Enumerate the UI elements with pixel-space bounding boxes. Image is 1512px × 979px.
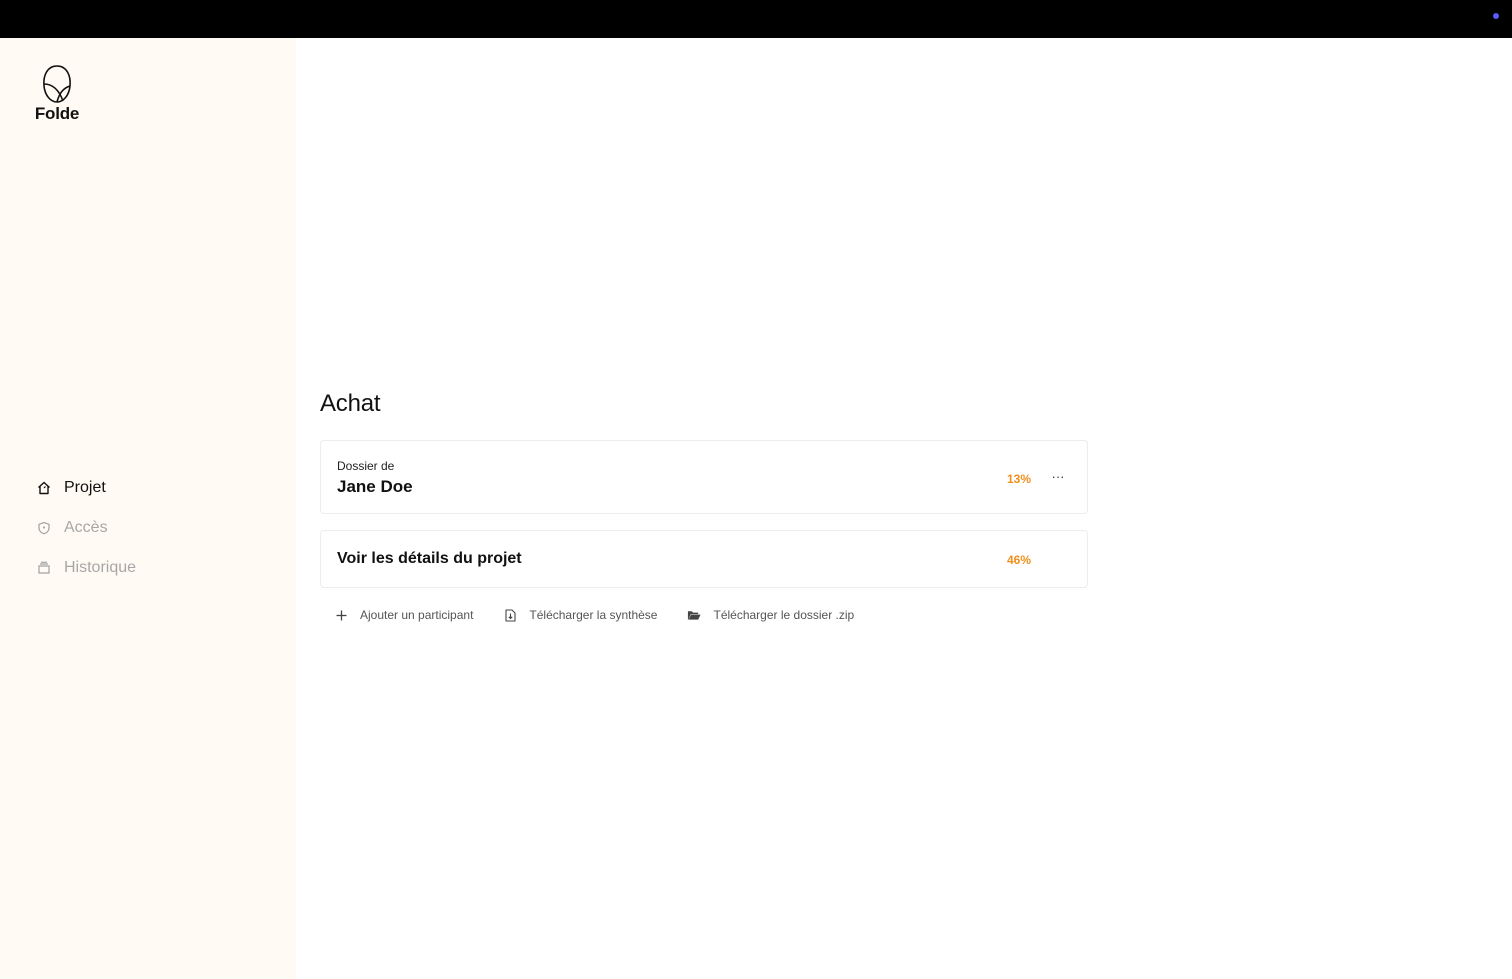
page-title: Achat [320, 390, 381, 417]
archive-icon [36, 560, 52, 576]
add-participant-button[interactable]: Ajouter un participant [334, 608, 473, 622]
dossier-progress: 13% [1006, 472, 1031, 486]
sidebar-item-label: Historique [64, 559, 137, 576]
shield-icon [36, 520, 52, 536]
sidebar-item-label: Projet [64, 479, 106, 496]
project-progress: 46% [1006, 553, 1031, 567]
plus-icon [334, 608, 348, 622]
more-options-icon[interactable]: ··· [1049, 467, 1067, 485]
sidebar-item-label: Accès [64, 519, 108, 536]
brand-name: Folde [34, 104, 80, 123]
actions-bar: Ajouter un participant Télécharger la sy… [334, 608, 884, 622]
top-bar [0, 0, 1512, 38]
folder-open-icon [687, 608, 702, 622]
sidebar-item-historique[interactable]: Historique [36, 548, 136, 588]
home-icon [36, 480, 52, 496]
action-label: Télécharger la synthèse [529, 608, 658, 622]
sidebar: Folde Projet Accès Historique [0, 38, 296, 979]
file-download-icon [503, 608, 517, 622]
action-label: Télécharger le dossier .zip [713, 608, 855, 622]
sidebar-item-projet[interactable]: Projet [36, 468, 136, 508]
sidebar-item-acces[interactable]: Accès [36, 508, 136, 548]
sidebar-nav: Projet Accès Historique [36, 468, 136, 588]
dossier-caption: Dossier de [337, 459, 395, 473]
project-details-card[interactable]: Voir les détails du projet 46% [320, 530, 1088, 588]
status-dot [1493, 13, 1499, 19]
download-summary-button[interactable]: Télécharger la synthèse [503, 608, 657, 622]
download-zip-button[interactable]: Télécharger le dossier .zip [687, 608, 854, 622]
action-label: Ajouter un participant [360, 608, 474, 622]
dossier-card[interactable]: Dossier de Jane Doe 13% ··· [320, 440, 1088, 514]
project-details-link[interactable]: Voir les détails du projet [337, 550, 522, 568]
dossier-name: Jane Doe [337, 477, 413, 496]
brand-logo[interactable]: Folde [32, 64, 82, 124]
leaf-logo-icon [43, 65, 71, 103]
